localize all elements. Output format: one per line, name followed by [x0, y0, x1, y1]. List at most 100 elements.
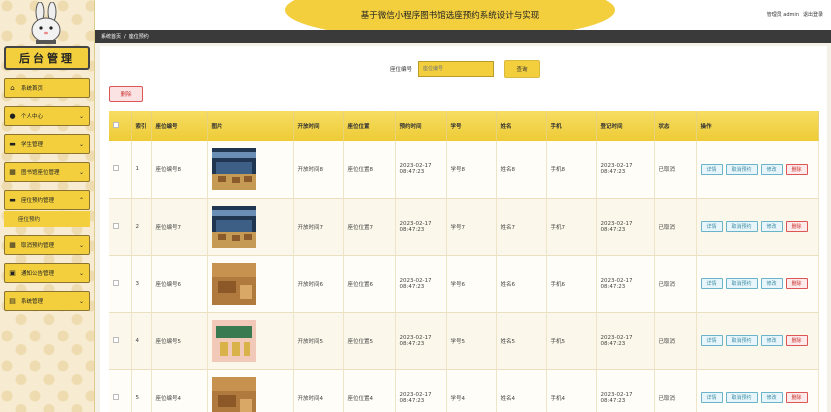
detail-button[interactable]: 详情 [700, 335, 723, 346]
cancel-reservation-button[interactable]: 取消预约 [725, 163, 758, 175]
edit-button[interactable]: 修改 [760, 392, 783, 403]
seat-no-search-input[interactable] [418, 61, 495, 77]
cell-name: 姓名4 [496, 369, 547, 412]
col-header: 图片 [207, 111, 294, 141]
cell-seat-no: 座位编号5 [151, 312, 208, 369]
home-icon: ⌂ [10, 84, 15, 92]
detail-button[interactable]: 详情 [700, 163, 723, 175]
detail-button[interactable]: 详情 [700, 278, 723, 289]
cell-status: 已取消 [654, 369, 697, 412]
cell-name: 姓名5 [496, 312, 547, 369]
cell-actions: 详情 取消预约 修改 删除 [696, 312, 819, 369]
admin-label: 管理员 admin [766, 12, 799, 18]
cancel-reservation-button[interactable]: 取消预约 [725, 221, 758, 232]
system-title: 基于微信小程序图书馆选座预约系统设计与实现 [360, 11, 540, 21]
cell-status: 已取消 [654, 312, 697, 369]
sidebar-item-cancel-management[interactable]: ▦ 取消预约管理 ⌄ [4, 235, 90, 255]
cell-open-time: 开放时间6 [293, 255, 344, 312]
col-header: 座位编号 [151, 111, 208, 141]
cell-location: 座位位置5 [343, 312, 396, 369]
admin-info: 管理员 admin 退出登录 [767, 11, 823, 18]
sidebar: 后台管理 ⌂ 系统首页 ● 个人中心 ⌄ ▬ 学生管理 ⌄ ▦ 图书馆座位管理 … [0, 0, 95, 412]
row-checkbox[interactable] [109, 141, 132, 198]
cell-location: 座位位置6 [343, 255, 396, 312]
chevron-down-icon: ⌄ [78, 113, 84, 120]
sidebar-item-label: 取消预约管理 [21, 243, 55, 249]
sidebar-item-label: 学生管理 [21, 142, 44, 148]
sidebar-item-home[interactable]: ⌂ 系统首页 [4, 78, 90, 98]
cancel-reservation-button[interactable]: 取消预约 [725, 392, 758, 403]
logout-link[interactable]: 退出登录 [803, 11, 823, 18]
cell-reg-time: 2023-02-17 08:47:23 [596, 255, 655, 312]
chevron-down-icon: ⌄ [78, 169, 84, 176]
col-header: 姓名 [496, 111, 547, 141]
sidebar-item-profile[interactable]: ● 个人中心 ⌄ [4, 106, 90, 126]
row-checkbox[interactable] [109, 312, 132, 369]
chevron-down-icon: ⌄ [78, 270, 84, 277]
sidebar-item-students[interactable]: ▬ 学生管理 ⌄ [4, 134, 90, 154]
row-checkbox[interactable] [109, 198, 132, 255]
col-header: 状态 [654, 111, 697, 141]
cell-open-time: 开放时间8 [293, 141, 344, 198]
cell-image [207, 369, 294, 412]
sidebar-item-system[interactable]: ▤ 系统管理 ⌄ [4, 291, 90, 311]
cell-reg-time: 2023-02-17 08:47:23 [596, 369, 655, 412]
cancel-reservation-button[interactable]: 取消预约 [725, 335, 758, 346]
edit-button[interactable]: 修改 [760, 163, 783, 175]
chat-icon: ▤ [9, 297, 16, 305]
cell-name: 姓名6 [496, 255, 547, 312]
cell-seat-no: 座位编号8 [151, 141, 208, 198]
main-content: 座位编号 查询 删除 索引 座位编号 图片 开放时间 座位位置 预约时间 学号 … [100, 46, 827, 412]
sidebar-item-label: 系统管理 [21, 299, 44, 305]
delete-button[interactable]: 删除 [785, 163, 808, 175]
sidebar-subitem-seat-reservation[interactable]: 座位预约 [4, 211, 90, 227]
cell-reg-time: 2023-02-17 08:47:23 [596, 198, 655, 255]
select-all-checkbox[interactable] [109, 111, 132, 141]
col-header: 学号 [446, 111, 497, 141]
edit-button[interactable]: 修改 [760, 335, 783, 346]
batch-delete-button[interactable]: 删除 [109, 86, 143, 102]
delete-button[interactable]: 删除 [785, 221, 808, 232]
sidebar-item-seat-management[interactable]: ▦ 图书馆座位管理 ⌄ [4, 162, 90, 182]
cancel-reservation-button[interactable]: 取消预约 [725, 278, 758, 289]
cell-status: 已取消 [654, 255, 697, 312]
breadcrumb: 系统首页 / 座位预约 [95, 30, 831, 43]
cell-student-no: 学号4 [446, 369, 497, 412]
detail-button[interactable]: 详情 [700, 221, 723, 232]
cell-actions: 详情 取消预约 修改 删除 [696, 198, 819, 255]
row-checkbox[interactable] [109, 369, 132, 412]
delete-button[interactable]: 删除 [785, 392, 808, 403]
cell-name: 姓名8 [496, 141, 547, 198]
delete-button[interactable]: 删除 [785, 278, 808, 289]
cell-location: 座位位置7 [343, 198, 396, 255]
cell-reserve-time: 2023-02-17 08:47:23 [395, 369, 447, 412]
cell-seat-no: 座位编号6 [151, 255, 208, 312]
row-checkbox[interactable] [109, 255, 132, 312]
cell-student-no: 学号5 [446, 312, 497, 369]
cell-image [207, 141, 294, 198]
folder-icon: ▬ [9, 140, 16, 148]
cell-actions: 详情 取消预约 修改 删除 [696, 369, 819, 412]
table-row: 5 座位编号4 开放时间4 座位位置4 2023-02-17 08:47:23 学号4 姓名… [109, 369, 819, 412]
search-button[interactable]: 查询 [504, 60, 541, 78]
sidebar-menu: ⌂ 系统首页 ● 个人中心 ⌄ ▬ 学生管理 ⌄ ▦ 图书馆座位管理 ⌄ ▬ 座… [4, 78, 90, 319]
edit-button[interactable]: 修改 [760, 221, 783, 232]
cell-image [207, 312, 294, 369]
delete-button[interactable]: 删除 [785, 335, 808, 346]
grid-icon: ▦ [9, 241, 16, 249]
col-header: 手机 [546, 111, 597, 141]
col-header: 索引 [131, 111, 152, 141]
col-header: 开放时间 [293, 111, 344, 141]
breadcrumb-home[interactable]: 系统首页 [101, 33, 121, 40]
chevron-down-icon: ⌄ [78, 298, 84, 305]
sidebar-item-reservation-management[interactable]: ▬ 座位预约管理 ⌃ [4, 190, 90, 210]
edit-button[interactable]: 修改 [760, 278, 783, 289]
chevron-down-icon: ⌄ [78, 242, 84, 249]
detail-button[interactable]: 详情 [700, 392, 723, 403]
cell-reserve-time: 2023-02-17 08:47:23 [395, 255, 447, 312]
sidebar-item-notice-management[interactable]: ▣ 通知公告管理 ⌄ [4, 263, 90, 283]
seat-photo-thumbnail [211, 376, 293, 412]
breadcrumb-separator: / [124, 33, 126, 40]
cell-location: 座位位置8 [343, 141, 396, 198]
cell-student-no: 学号8 [446, 141, 497, 198]
